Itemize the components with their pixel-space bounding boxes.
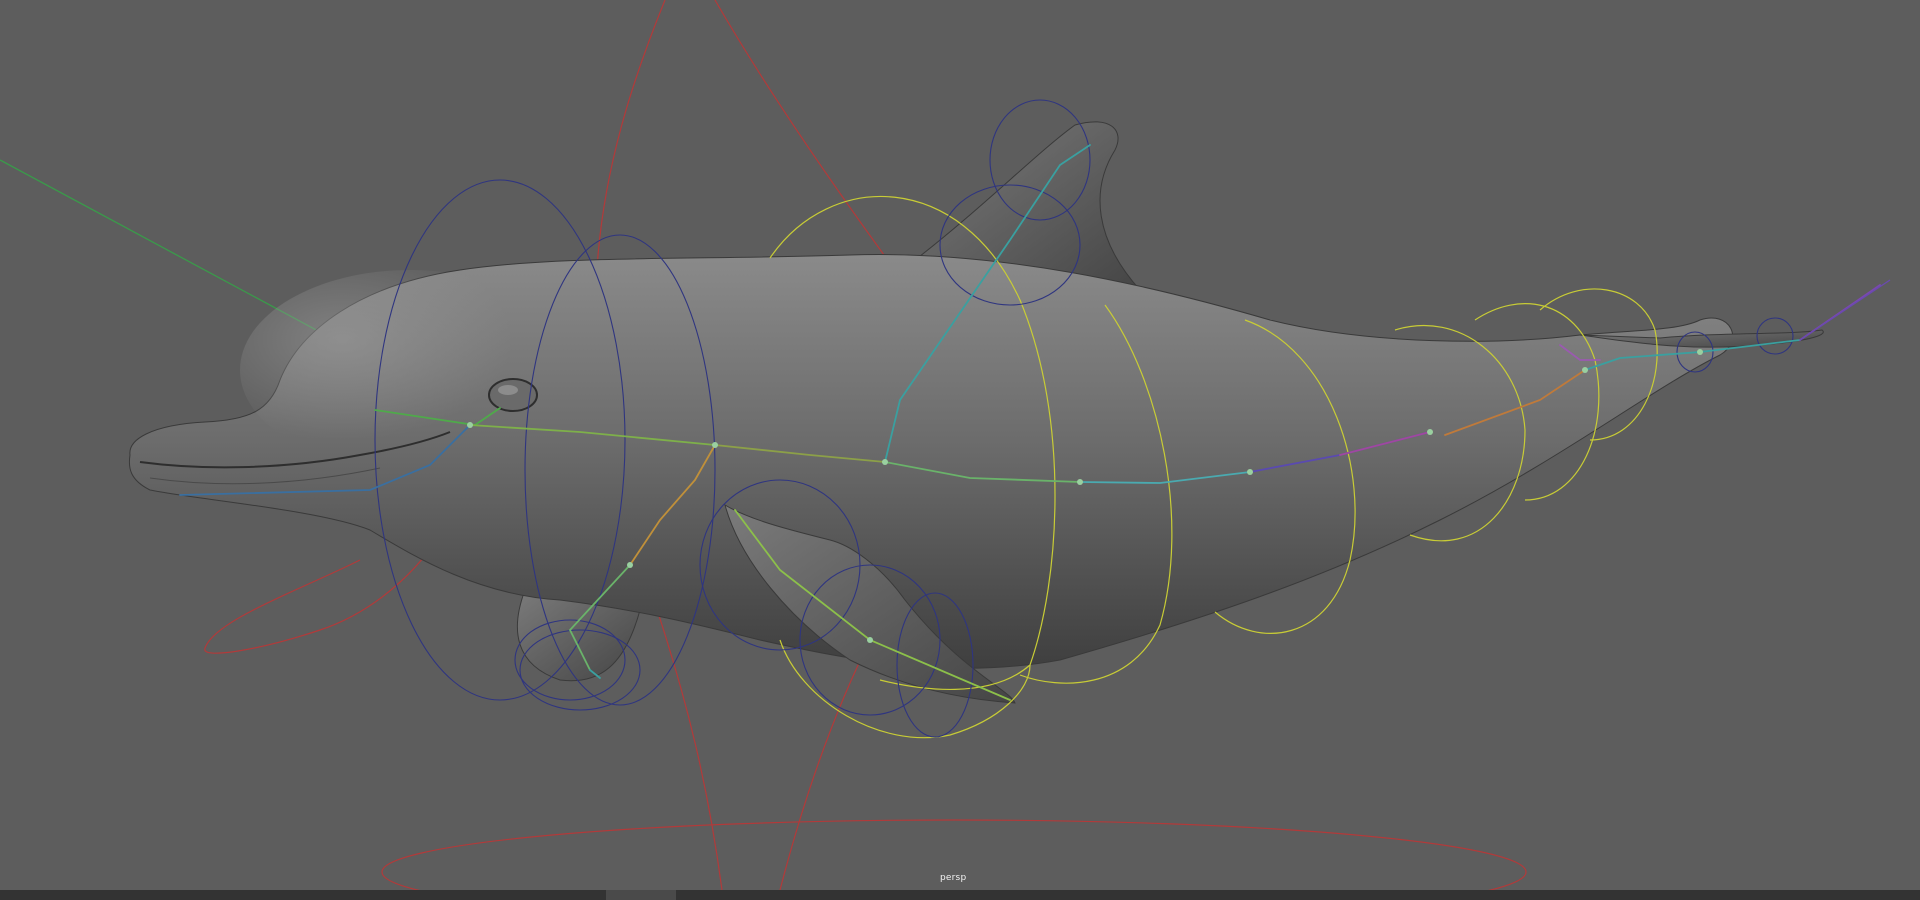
joint[interactable] (1697, 349, 1703, 355)
perspective-viewport[interactable]: persp (0, 0, 1920, 890)
joint[interactable] (1582, 367, 1588, 373)
joint[interactable] (467, 422, 473, 428)
joint[interactable] (1077, 479, 1083, 485)
joint[interactable] (867, 637, 873, 643)
joint[interactable] (627, 562, 633, 568)
status-bar (0, 890, 1920, 900)
joint[interactable] (1247, 469, 1253, 475)
head-highlight (240, 270, 580, 470)
purple-axis-line (1799, 279, 1891, 341)
camera-label: persp (940, 873, 967, 883)
eye-highlight (498, 385, 518, 395)
joint[interactable] (1427, 429, 1433, 435)
joint[interactable] (882, 459, 888, 465)
joint[interactable] (712, 442, 718, 448)
dolphin-mesh[interactable] (128, 121, 1824, 704)
viewport-scene[interactable] (0, 0, 1920, 890)
timeline-tab[interactable] (606, 890, 676, 900)
